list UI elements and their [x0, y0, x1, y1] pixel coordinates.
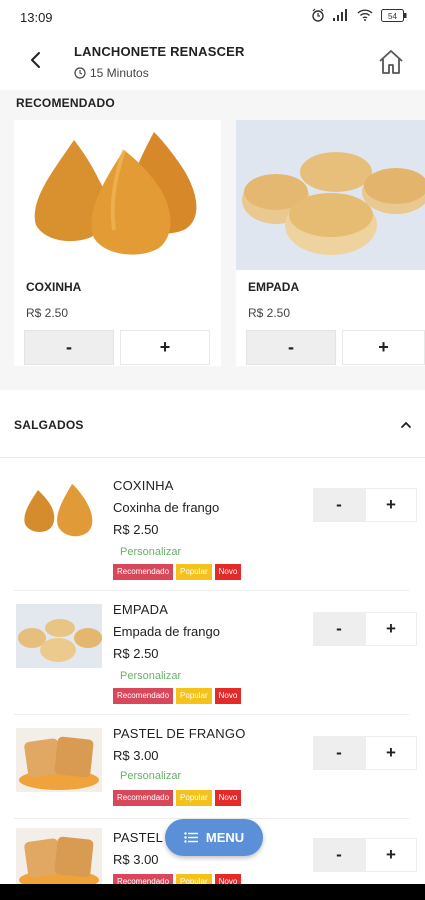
delivery-time: 15 Minutos [74, 66, 149, 80]
app-header: LANCHONETE RENASCER 15 Minutos [0, 34, 425, 90]
tag-novo: Novo [214, 688, 242, 704]
increase-button[interactable]: + [365, 488, 417, 522]
customize-link[interactable]: Personalizar [120, 770, 181, 782]
menu-button[interactable]: MENU [165, 819, 263, 856]
alarm-icon [312, 8, 324, 22]
item-price: R$ 2.50 [113, 522, 159, 537]
item-tags: Recomendado Popular Novo [113, 874, 242, 884]
battery-icon: 54 [381, 8, 407, 22]
item-name: PASTEL DE FRANGO [113, 726, 246, 741]
increase-button[interactable]: + [342, 330, 425, 365]
increase-button[interactable]: + [365, 612, 417, 646]
tag-novo: Novo [214, 874, 242, 884]
tag-recomendado: Recomendado [113, 874, 174, 884]
category-header[interactable]: SALGADOS [0, 396, 425, 458]
item-name: PASTEL [113, 830, 164, 845]
tag-novo: Novo [214, 790, 242, 806]
tag-recomendado: Recomendado [113, 790, 174, 806]
clock-icon [74, 67, 86, 79]
increase-button[interactable]: + [365, 838, 417, 872]
recommended-item-price: R$ 2.50 [248, 306, 291, 320]
decrease-button[interactable]: - [246, 330, 336, 365]
tag-popular: Popular [176, 874, 212, 884]
quantity-stepper: - + [313, 488, 417, 522]
quantity-stepper: - + [313, 736, 417, 770]
item-description: Empada de frango [113, 624, 220, 639]
decrease-button[interactable]: - [313, 838, 365, 872]
recommended-section: RECOMENDADO COXINHA R$ 2.50 - + EMPADA R… [0, 90, 425, 390]
item-tags: Recomendado Popular Novo [113, 688, 242, 704]
decrease-button[interactable]: - [313, 736, 365, 770]
item-description: Coxinha de frango [113, 500, 220, 515]
increase-button[interactable]: + [120, 330, 210, 365]
increase-button[interactable]: + [365, 736, 417, 770]
tag-novo: Novo [214, 564, 242, 580]
status-time: 13:09 [20, 10, 53, 25]
status-icons: 54 [311, 8, 407, 22]
delivery-time-label: 15 Minutos [90, 66, 149, 80]
tag-popular: Popular [176, 790, 212, 806]
tag-popular: Popular [176, 564, 212, 580]
list-icon [184, 832, 198, 843]
list-item[interactable]: EMPADA Empada de frango R$ 2.50 Personal… [0, 594, 425, 712]
quantity-stepper: - + [313, 838, 417, 872]
tag-recomendado: Recomendado [113, 564, 174, 580]
coxinha-thumbnail [16, 480, 102, 544]
item-price: R$ 2.50 [113, 646, 159, 661]
chevron-up-icon[interactable] [400, 420, 412, 430]
decrease-button[interactable]: - [313, 612, 365, 646]
empada-image [236, 120, 425, 270]
recommended-title: RECOMENDADO [16, 96, 115, 110]
item-price: R$ 3.00 [113, 748, 159, 763]
recommended-item-price: R$ 2.50 [26, 306, 69, 320]
item-tags: Recomendado Popular Novo [113, 564, 242, 580]
back-arrow-icon[interactable] [24, 48, 48, 72]
divider [14, 590, 409, 591]
customize-link[interactable]: Personalizar [120, 546, 181, 558]
empada-thumbnail [16, 604, 102, 668]
decrease-button[interactable]: - [24, 330, 114, 365]
recommended-card[interactable]: EMPADA R$ 2.50 - + [236, 120, 425, 366]
divider [14, 714, 409, 715]
recommended-item-name: EMPADA [248, 280, 300, 294]
item-name: COXINHA [113, 478, 174, 493]
menu-button-label: MENU [205, 830, 245, 845]
decrease-button[interactable]: - [313, 488, 365, 522]
home-icon[interactable] [376, 47, 406, 77]
item-price: R$ 3.00 [113, 852, 159, 867]
page-title: LANCHONETE RENASCER [74, 44, 245, 59]
tag-popular: Popular [176, 688, 212, 704]
coxinha-image [14, 120, 221, 270]
pastel-thumbnail [16, 828, 102, 884]
wifi-icon [357, 9, 373, 21]
signal-icon [333, 9, 347, 21]
quantity-stepper: - + [313, 612, 417, 646]
system-nav-bar [0, 884, 425, 900]
tag-recomendado: Recomendado [113, 688, 174, 704]
item-name: EMPADA [113, 602, 169, 617]
svg-text:54: 54 [388, 12, 397, 21]
pastel-thumbnail [16, 728, 102, 792]
category-label: SALGADOS [14, 418, 84, 432]
recommended-item-name: COXINHA [26, 280, 82, 294]
item-tags: Recomendado Popular Novo [113, 790, 242, 806]
recommended-card[interactable]: COXINHA R$ 2.50 - + [14, 120, 221, 366]
status-bar: 13:09 54 [0, 0, 425, 34]
customize-link[interactable]: Personalizar [120, 670, 181, 682]
list-item[interactable]: COXINHA Coxinha de frango R$ 2.50 Person… [0, 470, 425, 588]
